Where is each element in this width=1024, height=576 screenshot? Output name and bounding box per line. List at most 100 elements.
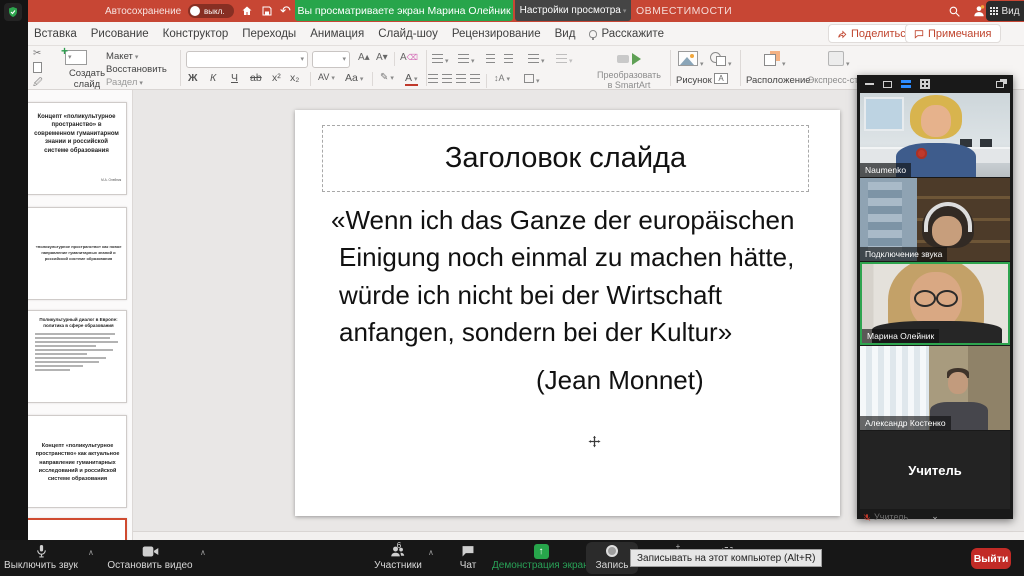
- participant-name: Подключение звука: [860, 247, 947, 261]
- video-tile[interactable]: Naumenko: [860, 93, 1010, 177]
- text-highlight-button[interactable]: ✎: [380, 72, 394, 83]
- search-icon[interactable]: [948, 0, 961, 22]
- participants-options-chevron[interactable]: ∧: [428, 548, 434, 557]
- record-tooltip: Записывать на этот компьютер (Alt+R): [630, 549, 822, 567]
- quote-attribution: (Jean Monnet): [331, 362, 817, 399]
- autosave-toggle[interactable]: выкл.: [188, 4, 234, 18]
- minimize-panel-icon[interactable]: [865, 83, 874, 85]
- italic-button[interactable]: К: [210, 72, 216, 84]
- numbering-button[interactable]: [458, 54, 475, 66]
- format-painter-icon[interactable]: 🖉: [33, 75, 43, 91]
- grow-font-button[interactable]: A▴: [358, 52, 370, 63]
- collapse-panel-chevron-icon[interactable]: ⌄: [931, 511, 939, 522]
- font-name-select[interactable]: [186, 51, 308, 68]
- video-tile[interactable]: Подключение звука: [860, 178, 1010, 261]
- small-divider: [310, 72, 311, 86]
- gallery-strip-view-icon[interactable]: [901, 80, 911, 88]
- leave-meeting-button[interactable]: Выйти: [971, 548, 1011, 569]
- align-center-button[interactable]: [442, 74, 452, 86]
- font-size-select[interactable]: [312, 51, 350, 68]
- toggle-knob-icon: [190, 6, 200, 16]
- lightbulb-icon: [589, 30, 597, 38]
- group-divider: [426, 50, 427, 86]
- tab-animations[interactable]: Анимация: [310, 28, 364, 40]
- subscript-button[interactable]: x₂: [290, 72, 299, 84]
- reset-button[interactable]: Восстановить: [106, 64, 167, 75]
- align-left-button[interactable]: [428, 74, 438, 86]
- quick-styles-button[interactable]: [828, 51, 850, 69]
- arrange-button[interactable]: [764, 51, 786, 69]
- mute-button[interactable]: Выключить звук: [2, 543, 80, 571]
- undo-icon[interactable]: ↶: [280, 0, 291, 22]
- decrease-indent-button[interactable]: [486, 54, 495, 66]
- columns-button[interactable]: [556, 54, 573, 66]
- record-button[interactable]: Запись: [588, 543, 636, 571]
- thumbnail-slide-3[interactable]: Поликультурный диалог в Европе: политика…: [28, 310, 127, 403]
- shrink-font-button[interactable]: A▾: [376, 52, 388, 63]
- align-right-button[interactable]: [456, 74, 466, 86]
- smartart-button[interactable]: Преобразовать в SmartArt: [594, 52, 664, 91]
- line-spacing-button[interactable]: [528, 54, 545, 66]
- thumbnail-slide-5-current[interactable]: [28, 518, 127, 540]
- participants-button[interactable]: 6 Участники: [362, 543, 434, 571]
- group-divider: [670, 50, 671, 86]
- quick-styles-label: Экспресс-ст: [803, 75, 863, 85]
- paste-icon[interactable]: [33, 62, 42, 73]
- thumbnail-slide-2[interactable]: «поликультурное пространство» как новое …: [28, 207, 127, 300]
- insert-picture-button[interactable]: [678, 51, 704, 69]
- quote-line: anfangen, sondern bei der Kultur»: [331, 314, 817, 351]
- video-tile[interactable]: Александр Костенко: [860, 346, 1010, 430]
- security-shield-icon[interactable]: [4, 3, 22, 21]
- underline-button[interactable]: Ч: [231, 72, 238, 84]
- tab-slideshow[interactable]: Слайд-шоу: [378, 28, 438, 40]
- account-person-icon[interactable]: [972, 0, 986, 22]
- change-case-button[interactable]: Aa: [345, 72, 363, 84]
- current-slide-canvas[interactable]: Заголовок слайда «Wenn ich das Ganze der…: [295, 110, 840, 516]
- quote-line: «Wenn ich das Ganze der europäischen: [331, 202, 817, 239]
- tab-design[interactable]: Конструктор: [163, 28, 229, 40]
- share-screen-button[interactable]: ↑ Демонстрация экрана: [492, 543, 590, 571]
- font-color-button[interactable]: A: [405, 72, 418, 86]
- video-tile-no-video[interactable]: Учитель: [860, 431, 1010, 509]
- tab-insert[interactable]: Вставка: [34, 28, 77, 40]
- video-tile-active-speaker[interactable]: Марина Олейник: [860, 262, 1010, 345]
- thumbnail-slide-4[interactable]: Концепт «поликультурное пространство» ка…: [28, 415, 127, 508]
- autosave-label: Автосохранение: [105, 0, 181, 22]
- character-spacing-button[interactable]: AV: [318, 72, 335, 82]
- new-slide-button[interactable]: Создать слайд: [65, 50, 109, 91]
- bold-button[interactable]: Ж: [188, 72, 198, 84]
- mute-options-chevron[interactable]: ∧: [88, 548, 94, 557]
- increase-indent-button[interactable]: [504, 54, 513, 66]
- bullets-button[interactable]: [432, 54, 449, 66]
- gallery-grid-view-icon[interactable]: [920, 79, 930, 89]
- clear-formatting-button[interactable]: A⌫: [400, 52, 418, 63]
- zoom-view-button[interactable]: Вид: [986, 1, 1024, 21]
- tab-draw[interactable]: Рисование: [91, 28, 149, 40]
- insert-shapes-button[interactable]: [710, 52, 732, 69]
- tab-view[interactable]: Вид: [555, 28, 576, 40]
- align-text-button[interactable]: [524, 74, 540, 86]
- thumbnail-slide-1[interactable]: Концепт «поликультурное пространство» в …: [28, 102, 127, 195]
- chat-button[interactable]: Чат: [446, 543, 490, 571]
- justify-button[interactable]: [470, 74, 480, 86]
- superscript-button[interactable]: x²: [272, 72, 281, 84]
- strikethrough-button[interactable]: ab: [250, 72, 262, 84]
- stop-video-button[interactable]: Остановить видео: [104, 543, 196, 571]
- slide-quote-block[interactable]: «Wenn ich das Ganze der europäischen Ein…: [331, 202, 817, 399]
- view-settings-dropdown[interactable]: Настройки просмотра: [515, 0, 631, 21]
- comments-button[interactable]: Примечания: [905, 24, 1001, 43]
- video-options-chevron[interactable]: ∧: [200, 548, 206, 557]
- home-icon[interactable]: [241, 0, 253, 22]
- tab-review[interactable]: Рецензирование: [452, 28, 541, 40]
- speaker-view-icon[interactable]: [883, 81, 892, 88]
- text-direction-button[interactable]: ↕A: [494, 73, 510, 83]
- save-icon[interactable]: [261, 0, 273, 22]
- slide-title-placeholder[interactable]: Заголовок слайда: [322, 125, 809, 192]
- layout-button[interactable]: Макет: [106, 51, 138, 62]
- cut-icon[interactable]: ✂: [33, 48, 41, 59]
- section-button[interactable]: Раздел: [106, 77, 143, 88]
- popout-panel-icon[interactable]: [996, 79, 1007, 88]
- tell-me-box[interactable]: Расскажите: [589, 28, 664, 40]
- tab-transitions[interactable]: Переходы: [242, 28, 296, 40]
- text-box-button[interactable]: A: [714, 73, 728, 84]
